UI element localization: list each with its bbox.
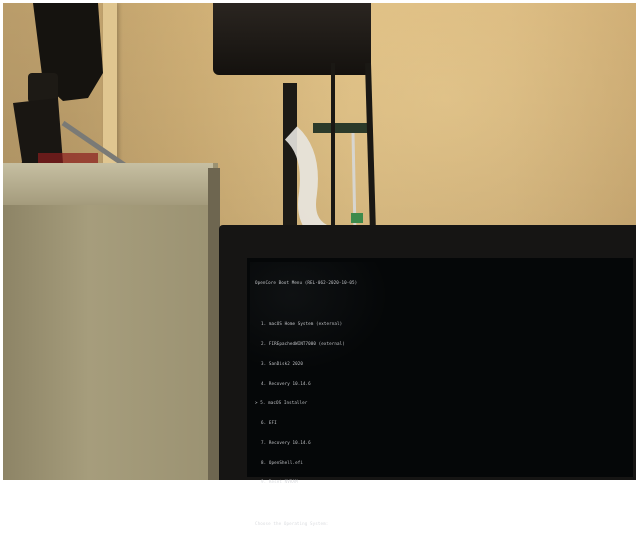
computer-tower-top — [3, 163, 213, 205]
boot-entry[interactable]: 2. FIREpachedWINT7000 (external) — [261, 341, 357, 348]
boot-menu-title: OpenCore Boot Menu (REL-062-2020-10-05) — [255, 280, 358, 286]
cables — [283, 63, 376, 233]
boot-entry-selected[interactable]: > 5. macOS Installer — [255, 400, 357, 407]
computer-tower — [3, 163, 218, 480]
boot-entry[interactable]: 3. SanDisk2 2020 — [261, 361, 357, 368]
boot-entry[interactable]: 6. EFI — [261, 420, 357, 427]
boot-entry[interactable]: 4. Recovery 10.14.6 — [261, 381, 357, 388]
boot-entry[interactable]: 8. OpenShell.efi — [261, 460, 357, 467]
boot-menu: OpenCore Boot Menu (REL-062-2020-10-05) … — [255, 267, 357, 535]
boot-prompt: Choose the Operating System: — [255, 521, 329, 527]
boot-entry[interactable]: 7. Recovery 10.14.6 — [261, 440, 357, 447]
boot-entry[interactable]: 1. macOS Home System (external) — [261, 321, 357, 328]
tripod — [9, 3, 150, 183]
boot-entry-list: 1. macOS Home System (external) 2. FIREp… — [255, 308, 357, 499]
